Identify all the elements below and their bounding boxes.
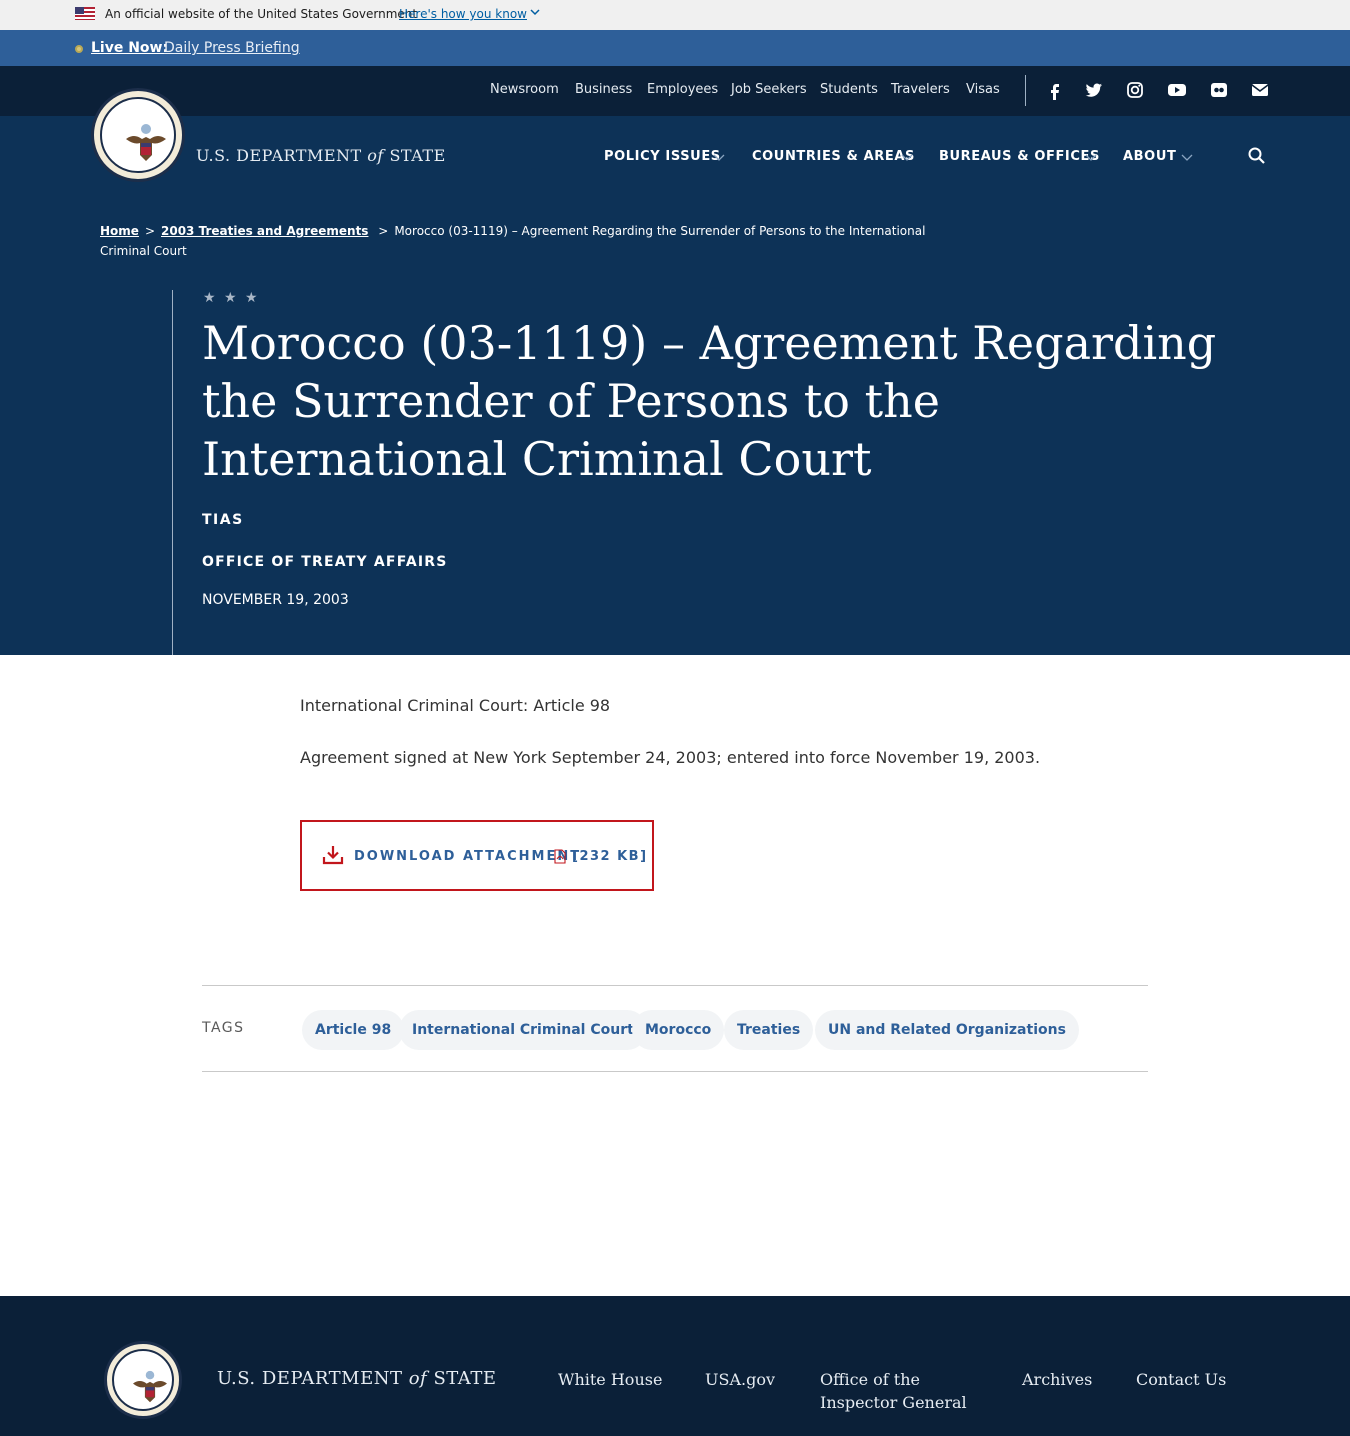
nav-job-seekers[interactable]: Job Seekers: [731, 82, 807, 97]
brand-suffix: STATE: [389, 146, 446, 165]
nav-policy-issues[interactable]: POLICY ISSUES: [604, 149, 721, 164]
eagle-emblem-icon: [126, 124, 166, 161]
utility-nav: Newsroom Business Employees Job Seekers …: [0, 66, 1350, 116]
footer-link-archives[interactable]: Archives: [1022, 1368, 1092, 1391]
how-you-know-link[interactable]: Here's how you know: [399, 7, 527, 21]
footer-link-usa-gov[interactable]: USA.gov: [705, 1368, 775, 1391]
gov-banner: An official website of the United States…: [0, 0, 1350, 30]
department-seal-logo[interactable]: [91, 88, 185, 182]
live-dot-icon: [75, 45, 83, 53]
chevron-down-icon[interactable]: [1084, 150, 1098, 164]
footer-link-inspector-general[interactable]: Office of the Inspector General: [820, 1368, 980, 1414]
tag-un-related-organizations[interactable]: UN and Related Organizations: [815, 1010, 1079, 1050]
nav-countries-areas[interactable]: COUNTRIES & AREAS: [752, 149, 915, 164]
nav-bureaus-offices[interactable]: BUREAUS & OFFICES: [939, 149, 1100, 164]
hero: Newsroom Business Employees Job Seekers …: [0, 66, 1350, 655]
tags-divider-top: [202, 985, 1148, 986]
breadcrumb: Home >2003 Treaties and Agreements > Moroc…: [100, 221, 930, 261]
summary-line: International Criminal Court: Article 98: [300, 696, 611, 715]
brand-of: of: [408, 1368, 428, 1389]
seal-ring: [112, 1349, 174, 1411]
file-size: [232 KB]: [572, 849, 648, 864]
tags-label: TAGS: [202, 1020, 245, 1036]
facebook-icon[interactable]: [1045, 80, 1065, 100]
breadcrumb-separator: >: [374, 224, 389, 238]
live-bar: Live Now: Daily Press Briefing: [0, 30, 1350, 66]
nav-about[interactable]: ABOUT: [1123, 149, 1176, 164]
content-type-label: TIAS: [202, 512, 244, 528]
nav-students[interactable]: Students: [820, 82, 878, 97]
chevron-down-icon[interactable]: [1180, 150, 1194, 164]
brand-of: of: [367, 146, 384, 165]
nav-newsroom[interactable]: Newsroom: [490, 82, 559, 97]
brand-prefix: U.S. DEPARTMENT: [217, 1368, 403, 1389]
seal-ring: [100, 97, 176, 173]
flickr-icon[interactable]: [1209, 80, 1229, 100]
brand-suffix: STATE: [433, 1368, 497, 1389]
nav-visas[interactable]: Visas: [966, 82, 1000, 97]
chevron-down-icon[interactable]: [529, 6, 541, 18]
footer-seal-logo[interactable]: [104, 1341, 182, 1419]
live-briefing-link[interactable]: Daily Press Briefing: [164, 40, 300, 56]
twitter-icon[interactable]: [1084, 80, 1104, 100]
tags-divider-bottom: [202, 1071, 1148, 1072]
tag-treaties[interactable]: Treaties: [724, 1010, 814, 1050]
email-icon[interactable]: [1250, 80, 1270, 100]
pdf-icon: [554, 849, 566, 864]
youtube-icon[interactable]: [1167, 80, 1187, 100]
gov-banner-text: An official website of the United States…: [105, 7, 418, 21]
tag-article-98[interactable]: Article 98: [302, 1010, 405, 1050]
nav-divider: [1025, 75, 1026, 106]
breadcrumb-home[interactable]: Home: [100, 224, 139, 238]
brand-wordmark[interactable]: U.S. DEPARTMENT of STATE: [196, 146, 446, 165]
stars-decoration: ★ ★ ★: [203, 290, 260, 306]
footer-brand-wordmark[interactable]: U.S. DEPARTMENT of STATE: [217, 1368, 496, 1389]
tag-morocco[interactable]: Morocco: [632, 1010, 725, 1050]
office-label[interactable]: OFFICE OF TREATY AFFAIRS: [202, 554, 448, 570]
download-icon: [322, 846, 344, 865]
brand-prefix: U.S. DEPARTMENT: [196, 146, 362, 165]
agreement-details: Agreement signed at New York September 2…: [300, 748, 1041, 767]
breadcrumb-section[interactable]: 2003 Treaties and Agreements: [161, 224, 368, 238]
hero-vertical-line: [172, 290, 173, 655]
publish-date: NOVEMBER 19, 2003: [202, 592, 349, 608]
nav-employees[interactable]: Employees: [647, 82, 718, 97]
chevron-down-icon[interactable]: [900, 150, 914, 164]
download-attachment-button[interactable]: DOWNLOAD ATTACHMENT [232 KB]: [300, 820, 654, 891]
live-label[interactable]: Live Now:: [91, 40, 168, 56]
footer: U.S. DEPARTMENT of STATE White House USA…: [0, 1296, 1350, 1436]
nav-business[interactable]: Business: [575, 82, 632, 97]
footer-link-contact-us[interactable]: Contact Us: [1136, 1368, 1226, 1391]
chevron-down-icon[interactable]: [712, 150, 726, 164]
eagle-emblem-icon: [133, 1370, 167, 1403]
footer-link-white-house[interactable]: White House: [558, 1368, 662, 1391]
nav-travelers[interactable]: Travelers: [891, 82, 950, 97]
search-icon[interactable]: [1247, 146, 1267, 166]
tag-international-criminal-court[interactable]: International Criminal Court: [399, 1010, 647, 1050]
breadcrumb-separator: >: [144, 224, 155, 238]
instagram-icon[interactable]: [1125, 80, 1145, 100]
download-label: DOWNLOAD ATTACHMENT: [354, 849, 582, 864]
us-flag-icon: [75, 7, 95, 20]
page-title: Morocco (03-1119) – Agreement Regarding …: [202, 316, 1217, 486]
